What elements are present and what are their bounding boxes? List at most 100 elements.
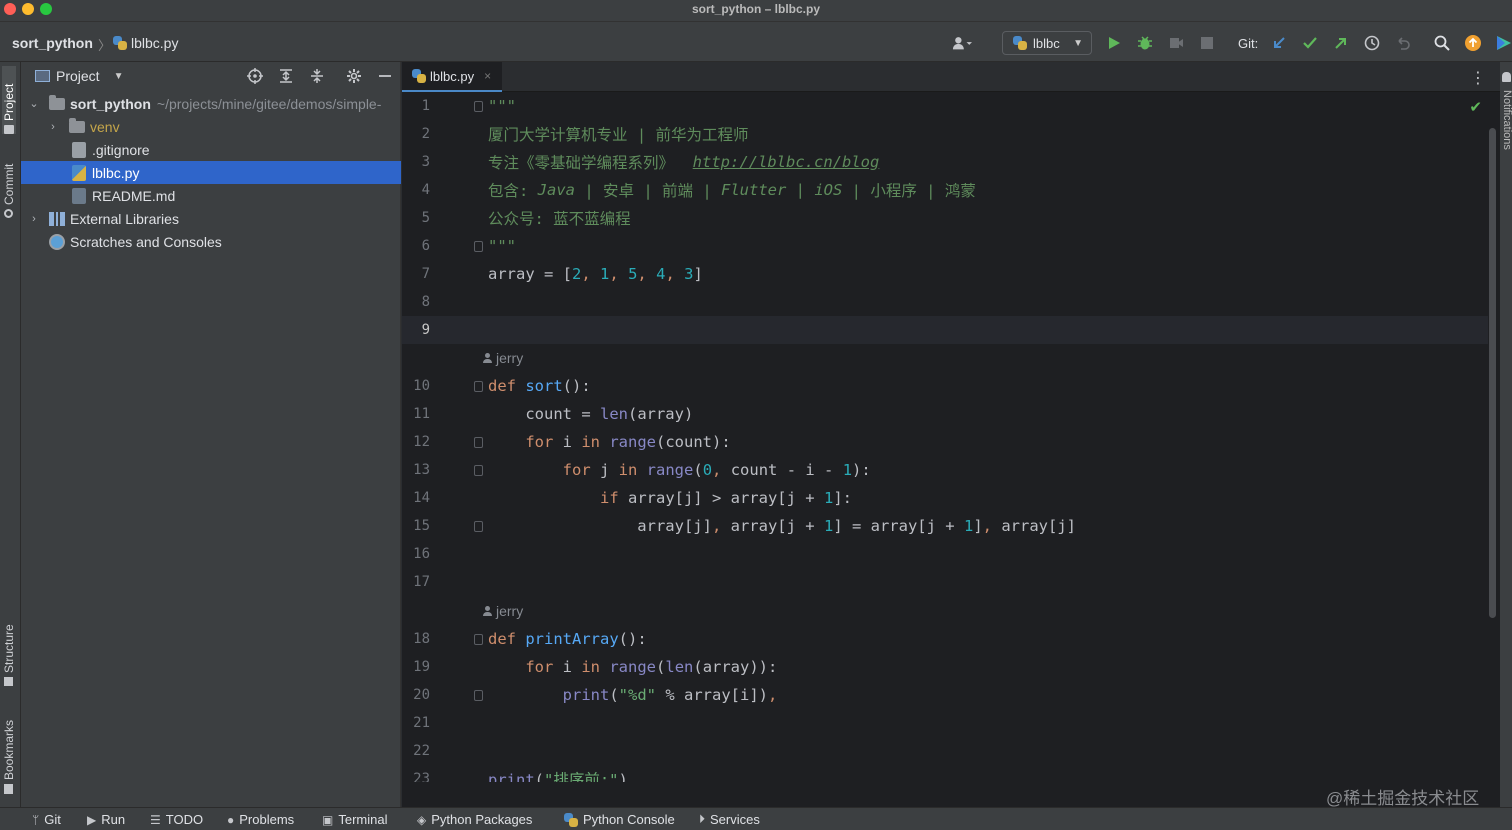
run-icon[interactable] [1104, 33, 1124, 53]
fold-icon[interactable] [468, 520, 488, 532]
code-line[interactable]: 11 count = len(array) [402, 400, 1488, 428]
expand-all-icon[interactable] [276, 66, 295, 85]
breadcrumb-separator-icon: 〉 [98, 38, 112, 53]
editor-scrollbar[interactable] [1489, 128, 1496, 618]
run-configuration-select[interactable]: lblbc ▼ [1002, 31, 1092, 55]
jetbrains-logo-icon[interactable] [1494, 33, 1512, 53]
code-line[interactable]: 22 [402, 737, 1488, 765]
tree-item-label: External Libraries [70, 210, 179, 227]
collapse-all-icon[interactable] [307, 66, 326, 85]
code-line[interactable]: 23 print("排序前:") [402, 765, 1488, 782]
close-icon[interactable]: × [484, 69, 491, 83]
code-vision-author[interactable]: jerry [482, 597, 523, 625]
account-icon[interactable] [952, 33, 972, 53]
code-line[interactable]: 4 包含: Java | 安卓 | 前端 | Flutter | iOS | 小… [402, 176, 1488, 204]
code-line[interactable]: 13 for j in range(0, count - i - 1): [402, 456, 1488, 484]
chevron-down-icon[interactable]: ⌄ [27, 97, 41, 110]
tree-item-label: README.md [92, 187, 176, 204]
more-options-icon[interactable]: ⋮ [1470, 68, 1486, 88]
code-line[interactable]: 12 for i in range(count): [402, 428, 1488, 456]
tool-tab-project[interactable]: Project [2, 66, 16, 134]
code-line[interactable]: 3 专注《零基础学编程系列》 http://lblbc.cn/blog [402, 148, 1488, 176]
git-commit-icon[interactable] [1300, 33, 1320, 53]
code-line[interactable]: 21 [402, 709, 1488, 737]
breadcrumb-file[interactable]: lblbc.py [113, 35, 178, 51]
tool-tab-todo[interactable]: ☰ TODO [150, 812, 203, 827]
code-line[interactable]: 8 [402, 288, 1488, 316]
chevron-down-icon[interactable]: ▼ [114, 71, 124, 82]
tool-tab-terminal[interactable]: ▣ Terminal [322, 812, 387, 827]
line-number: 13 [413, 462, 430, 478]
tree-item-gitignore[interactable]: .gitignore [21, 138, 401, 161]
tool-tab-run[interactable]: ▶ Run [87, 812, 125, 827]
fold-icon[interactable] [468, 689, 488, 701]
git-update-icon[interactable] [1269, 33, 1289, 53]
code-line[interactable]: 2 厦门大学计算机专业 | 前华为工程师 [402, 120, 1488, 148]
code-line[interactable]: 20 print("%d" % array[i]), [402, 681, 1488, 709]
tool-tab-notifications[interactable]: Notifications [1501, 90, 1512, 150]
rollback-icon[interactable] [1393, 33, 1413, 53]
tree-item-sort-python[interactable]: ⌄ sort_python ~/projects/mine/gitee/demo… [21, 92, 401, 115]
project-panel-title[interactable]: Project [56, 68, 100, 84]
fold-icon[interactable] [468, 633, 488, 645]
docstring-link[interactable]: http://lblbc.cn/blog [693, 153, 880, 171]
gear-icon[interactable] [344, 66, 363, 85]
tree-item-label: .gitignore [92, 141, 150, 158]
fold-icon[interactable] [468, 380, 488, 392]
code-line[interactable]: 16 [402, 540, 1488, 568]
code-line[interactable]: 14 if array[j] > array[j + 1]: [402, 484, 1488, 512]
code-line[interactable]: 15 array[j], array[j + 1] = array[j + 1]… [402, 512, 1488, 540]
code-line[interactable]: 17 [402, 568, 1488, 596]
code-line[interactable]: 5 公众号: 蓝不蓝编程 [402, 204, 1488, 232]
tree-item-lblbc-py[interactable]: lblbc.py [21, 161, 401, 184]
tool-tab-python-packages[interactable]: ◈ Python Packages [417, 812, 532, 827]
chevron-right-icon[interactable]: › [27, 213, 41, 225]
ide-update-icon[interactable] [1463, 33, 1483, 53]
hide-panel-icon[interactable] [375, 66, 394, 85]
tool-tab-structure[interactable]: Structure [2, 610, 16, 686]
breadcrumb-project[interactable]: sort_python [12, 35, 93, 51]
code-line[interactable]: 6 """ [402, 232, 1488, 260]
breadcrumb-file-label: lblbc.py [131, 35, 179, 51]
code-line[interactable]: 10 def sort(): [402, 372, 1488, 400]
tree-item-label: lblbc.py [92, 164, 140, 181]
tree-item-path: ~/projects/mine/gitee/demos/simple- [156, 95, 382, 112]
editor-tab-bar: lblbc.py × ⋮ [402, 62, 1500, 92]
chevron-right-icon[interactable]: › [46, 121, 60, 133]
search-icon[interactable] [1432, 33, 1452, 53]
fold-icon[interactable] [468, 464, 488, 476]
fold-icon[interactable] [468, 100, 488, 112]
code-line-current[interactable]: 9 [402, 316, 1488, 344]
inspection-ok-icon[interactable]: ✔ [1469, 98, 1482, 116]
tool-tab-git[interactable]: ᛘ Git [32, 812, 61, 827]
tree-item-external-libraries[interactable]: › External Libraries [21, 207, 401, 230]
bell-icon[interactable] [1502, 72, 1511, 82]
line-number: 9 [421, 322, 430, 338]
tool-tab-python-console[interactable]: Python Console [564, 812, 675, 827]
code-line[interactable]: 7 array = [2, 1, 5, 4, 3] [402, 260, 1488, 288]
stop-icon[interactable] [1197, 33, 1217, 53]
editor-tab-lblbc-py[interactable]: lblbc.py × [402, 62, 502, 92]
git-push-icon[interactable] [1331, 33, 1351, 53]
tree-item-scratches[interactable]: Scratches and Consoles [21, 230, 401, 253]
locate-icon[interactable] [245, 66, 264, 85]
debug-icon[interactable] [1135, 33, 1155, 53]
code-vision-author[interactable]: jerry [482, 344, 523, 372]
tree-item-venv[interactable]: › venv [21, 115, 401, 138]
code-editor[interactable]: 1 """ 2 厦门大学计算机专业 | 前华为工程师 3 专注《零基础学编程系列… [402, 92, 1488, 782]
fold-icon[interactable] [468, 240, 488, 252]
code-line[interactable]: 18 def printArray(): [402, 625, 1488, 653]
tool-tab-commit[interactable]: Commit [2, 150, 16, 218]
library-icon [49, 211, 65, 226]
tool-tab-terminal-label: Terminal [338, 812, 388, 827]
tool-tab-services[interactable]: ⏵ Services [699, 812, 760, 827]
code-line[interactable]: 1 """ [402, 92, 1488, 120]
coverage-icon[interactable] [1166, 33, 1186, 53]
editor: lblbc.py × ⋮ 1 """ 2 厦门大学计算机专业 | 前华为工程师 … [402, 62, 1500, 808]
fold-icon[interactable] [468, 436, 488, 448]
code-line[interactable]: 19 for i in range(len(array)): [402, 653, 1488, 681]
tree-item-readme[interactable]: README.md [21, 184, 401, 207]
tool-tab-problems[interactable]: ● Problems [227, 812, 294, 827]
tool-tab-bookmarks[interactable]: Bookmarks [2, 708, 16, 794]
history-icon[interactable] [1362, 33, 1382, 53]
